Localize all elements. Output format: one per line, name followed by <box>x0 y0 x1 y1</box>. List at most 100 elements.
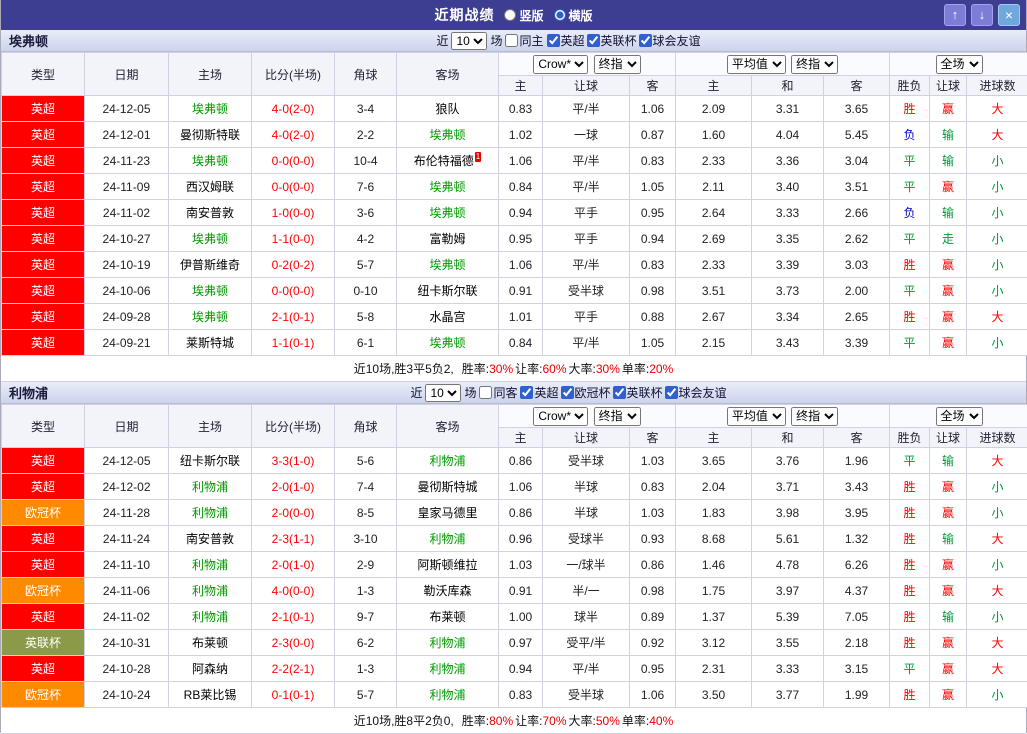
asia-handicap: 平/半 <box>543 252 630 278</box>
match-row[interactable]: 英超24-11-02南安普敦1-0(0-0)3-6埃弗顿0.94平手0.952.… <box>2 200 1027 226</box>
asia-handicap: 平手 <box>543 200 630 226</box>
match-row[interactable]: 英超24-12-02利物浦2-0(1-0)7-4曼彻斯特城1.06半球0.832… <box>2 474 1027 500</box>
match-row[interactable]: 英超24-10-19伊普斯维奇0-2(0-2)5-7埃弗顿1.06平/半0.83… <box>2 252 1027 278</box>
league-filter[interactable]: 英超 <box>547 32 585 49</box>
match-row[interactable]: 欧冠杯24-11-06利物浦4-0(0-0)1-3勒沃库森0.91半/一0.98… <box>2 578 1027 604</box>
asia-time-select[interactable]: 终指 <box>594 55 641 74</box>
vertical-radio[interactable] <box>504 9 516 21</box>
scroll-down-button[interactable]: ↓ <box>971 4 993 26</box>
asia-handicap: 一/球半 <box>543 552 630 578</box>
handicap-result: 赢 <box>930 474 967 500</box>
match-row[interactable]: 英超24-11-24南安普敦2-3(1-1)3-10利物浦0.96受球半0.93… <box>2 526 1027 552</box>
asia-handicap: 平手 <box>543 304 630 330</box>
scope-select[interactable]: 全场 <box>936 407 983 426</box>
same-venue-checkbox[interactable] <box>505 34 518 47</box>
league-filter[interactable]: 球会友谊 <box>665 384 727 401</box>
same-venue-filter[interactable]: 同客 <box>479 384 517 401</box>
euro-away-odds: 2.18 <box>824 630 890 656</box>
match-row[interactable]: 英超24-11-10利物浦2-0(1-0)2-9阿斯顿维拉1.03一/球半0.8… <box>2 552 1027 578</box>
league-checkbox[interactable] <box>520 386 533 399</box>
euro-company-select[interactable]: 平均值 <box>727 407 786 426</box>
summary-prefix: 近10场,胜8平2负0, <box>354 712 454 729</box>
goals-result: 小 <box>967 252 1027 278</box>
close-button[interactable]: × <box>998 4 1020 26</box>
league-checkbox[interactable] <box>639 34 652 47</box>
asia-home-odds: 0.86 <box>499 500 543 526</box>
match-result: 平 <box>890 174 930 200</box>
league-filter[interactable]: 英联杯 <box>587 32 637 49</box>
league-type: 英超 <box>2 122 85 148</box>
same-venue-checkbox[interactable] <box>479 386 492 399</box>
stat-label: 大率: <box>569 362 596 376</box>
goals-result: 小 <box>967 200 1027 226</box>
league-filter[interactable]: 球会友谊 <box>639 32 701 49</box>
handicap-result-header: 让球 <box>930 76 967 96</box>
col-home: 主场 <box>169 405 252 448</box>
match-row[interactable]: 英超24-12-05纽卡斯尔联3-3(1-0)5-6利物浦0.86受半球1.03… <box>2 448 1027 474</box>
match-row[interactable]: 英联杯24-10-31布莱顿2-3(0-0)6-2利物浦0.97受平/半0.92… <box>2 630 1027 656</box>
games-label: 场 <box>464 384 476 401</box>
scroll-up-button[interactable]: ↑ <box>944 4 966 26</box>
corner-score: 0-10 <box>335 278 397 304</box>
match-row[interactable]: 英超24-12-05埃弗顿4-0(2-0)3-4狼队0.83平/半1.062.0… <box>2 96 1027 122</box>
euro-time-select[interactable]: 终指 <box>791 407 838 426</box>
match-row[interactable]: 英超24-09-28埃弗顿2-1(0-1)5-8水晶宫1.01平手0.882.6… <box>2 304 1027 330</box>
goals-result: 大 <box>967 448 1027 474</box>
euro-home-odds: 2.09 <box>676 96 752 122</box>
asia-away-odds: 1.05 <box>630 330 676 356</box>
stat-label: 让率: <box>515 714 542 728</box>
corner-score: 3-6 <box>335 200 397 226</box>
asia-company-select[interactable]: Crow* <box>533 55 588 74</box>
asia-company-select[interactable]: Crow* <box>533 407 588 426</box>
stat: 胜率:80% <box>462 714 513 728</box>
stat-label: 胜率: <box>462 362 489 376</box>
match-row[interactable]: 英超24-09-21莱斯特城1-1(0-1)6-1埃弗顿0.84平/半1.052… <box>2 330 1027 356</box>
euro-draw-odds: 3.43 <box>752 330 824 356</box>
same-venue-filter[interactable]: 同主 <box>505 32 543 49</box>
match-row[interactable]: 英超24-11-02利物浦2-1(0-1)9-7布莱顿1.00球半0.891.3… <box>2 604 1027 630</box>
euro-home-odds: 2.33 <box>676 148 752 174</box>
layout-radio-horizontal[interactable]: 横版 <box>554 7 593 24</box>
layout-radio-vertical[interactable]: 竖版 <box>504 7 543 24</box>
handicap-result: 输 <box>930 148 967 174</box>
asia-away-odds: 0.93 <box>630 526 676 552</box>
league-checkbox[interactable] <box>665 386 678 399</box>
match-row[interactable]: 英超24-10-06埃弗顿0-0(0-0)0-10纽卡斯尔联0.91受半球0.9… <box>2 278 1027 304</box>
asia-home-odds: 1.02 <box>499 122 543 148</box>
league-checkbox[interactable] <box>561 386 574 399</box>
corner-score: 2-2 <box>335 122 397 148</box>
match-row[interactable]: 英超24-10-27埃弗顿1-1(0-0)4-2富勒姆0.95平手0.942.6… <box>2 226 1027 252</box>
league-filter[interactable]: 英联杯 <box>613 384 663 401</box>
euro-away-odds: 7.05 <box>824 604 890 630</box>
match-row[interactable]: 欧冠杯24-10-24RB莱比锡0-1(0-1)5-7利物浦0.83受半球1.0… <box>2 682 1027 708</box>
league-filter[interactable]: 欧冠杯 <box>561 384 611 401</box>
horizontal-radio[interactable] <box>554 9 566 21</box>
result-header: 胜负 <box>890 428 930 448</box>
corner-score: 3-4 <box>335 96 397 122</box>
match-row[interactable]: 欧冠杯24-11-28利物浦2-0(0-0)8-5皇家马德里0.86半球1.03… <box>2 500 1027 526</box>
euro-time-select[interactable]: 终指 <box>791 55 838 74</box>
asia-time-select[interactable]: 终指 <box>594 407 641 426</box>
handicap-result: 赢 <box>930 630 967 656</box>
scope-select[interactable]: 全场 <box>936 55 983 74</box>
euro-draw-header: 和 <box>752 428 824 448</box>
home-team: 利物浦 <box>169 500 252 526</box>
match-row[interactable]: 英超24-11-09西汉姆联0-0(0-0)7-6埃弗顿0.84平/半1.052… <box>2 174 1027 200</box>
league-checkbox[interactable] <box>547 34 560 47</box>
league-checkbox[interactable] <box>613 386 626 399</box>
league-checkbox[interactable] <box>587 34 600 47</box>
home-team: 南安普敦 <box>169 526 252 552</box>
match-date: 24-10-06 <box>85 278 169 304</box>
league-filter[interactable]: 英超 <box>520 384 558 401</box>
asia-home-odds: 1.03 <box>499 552 543 578</box>
match-count-select[interactable]: 10 <box>425 384 461 402</box>
match-row[interactable]: 英超24-10-28阿森纳2-2(2-1)1-3利物浦0.94平/半0.952.… <box>2 656 1027 682</box>
away-team: 利物浦 <box>397 656 499 682</box>
home-team: 利物浦 <box>169 604 252 630</box>
match-count-select[interactable]: 10 <box>451 32 487 50</box>
league-type: 英超 <box>2 330 85 356</box>
match-row[interactable]: 英超24-12-01曼彻斯特联4-0(2-0)2-2埃弗顿1.02一球0.871… <box>2 122 1027 148</box>
euro-company-select[interactable]: 平均值 <box>727 55 786 74</box>
stat-label: 单率: <box>622 362 649 376</box>
match-row[interactable]: 英超24-11-23埃弗顿0-0(0-0)10-4布伦特福德11.06平/半0.… <box>2 148 1027 174</box>
